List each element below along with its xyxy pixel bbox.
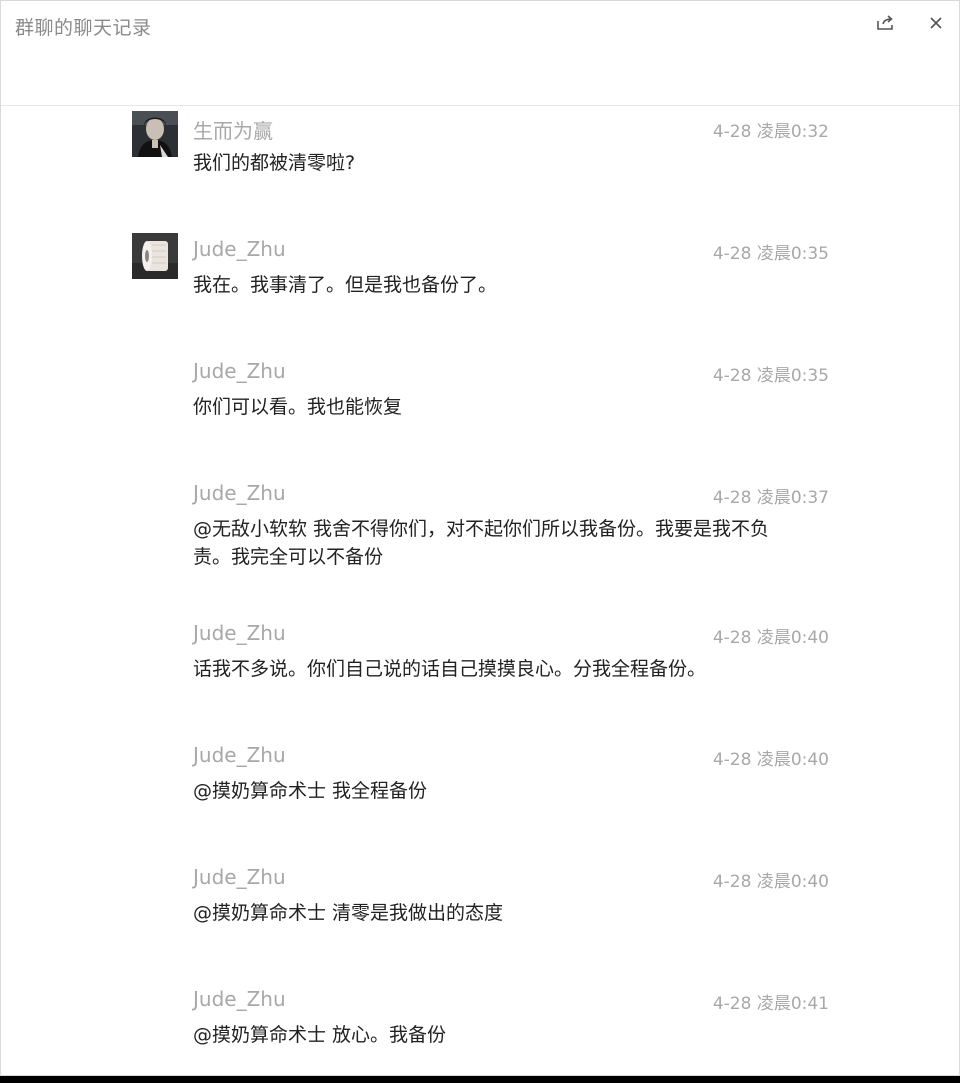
message-time: 4-28 凌晨0:37 <box>712 488 829 508</box>
chat-history-window: 群聊的聊天记录 生而为赢 4-28 凌晨0:32 我们的都被清零啦? Jude_… <box>0 0 960 1076</box>
message-list[interactable]: 生而为赢 4-28 凌晨0:32 我们的都被清零啦? Jude_Zhu 4-28… <box>1 106 959 1075</box>
message-time: 4-28 凌晨0:35 <box>712 244 829 264</box>
message-text: @摸奶算命术士 放心。我备份 <box>193 1024 447 1046</box>
sender-name[interactable]: Jude_Zhu <box>193 481 286 505</box>
message-text: @摸奶算命术士 清零是我做出的态度 <box>193 902 504 924</box>
message-time: 4-28 凌晨0:32 <box>712 122 829 142</box>
title-bar: 群聊的聊天记录 <box>1 1 959 106</box>
message-time: 4-28 凌晨0:40 <box>712 872 829 892</box>
message-text: 我们的都被清零啦? <box>193 152 356 174</box>
sender-name[interactable]: Jude_Zhu <box>193 621 286 645</box>
message-text: 你们可以看。我也能恢复 <box>193 396 403 418</box>
message-time: 4-28 凌晨0:35 <box>712 366 829 386</box>
person-avatar[interactable] <box>132 111 178 157</box>
message-text: @无敌小软软 我舍不得你们，对不起你们所以我备份。我要是我不负责。我完全可以不备… <box>193 518 770 568</box>
sender-name[interactable]: Jude_Zhu <box>193 743 286 767</box>
message-time: 4-28 凌晨0:40 <box>712 628 829 648</box>
share-button[interactable] <box>873 11 897 35</box>
close-icon <box>930 17 942 29</box>
message-time: 4-28 凌晨0:41 <box>712 994 829 1014</box>
share-icon <box>877 15 893 30</box>
message-text: 我在。我事清了。但是我也备份了。 <box>193 274 498 296</box>
sender-name[interactable]: 生而为赢 <box>193 115 273 144</box>
message-text: @摸奶算命术士 我全程备份 <box>193 780 428 802</box>
sender-name[interactable]: Jude_Zhu <box>193 359 286 383</box>
window-title: 群聊的聊天记录 <box>15 17 152 39</box>
message-text: 话我不多说。你们自己说的话自己摸摸良心。分我全程备份。 <box>193 658 707 680</box>
sender-name[interactable]: Jude_Zhu <box>193 237 286 261</box>
sender-name[interactable]: Jude_Zhu <box>193 987 286 1011</box>
close-button[interactable] <box>924 11 948 35</box>
tissue-roll-avatar[interactable] <box>132 233 178 279</box>
sender-name[interactable]: Jude_Zhu <box>193 865 286 889</box>
message-time: 4-28 凌晨0:40 <box>712 750 829 770</box>
